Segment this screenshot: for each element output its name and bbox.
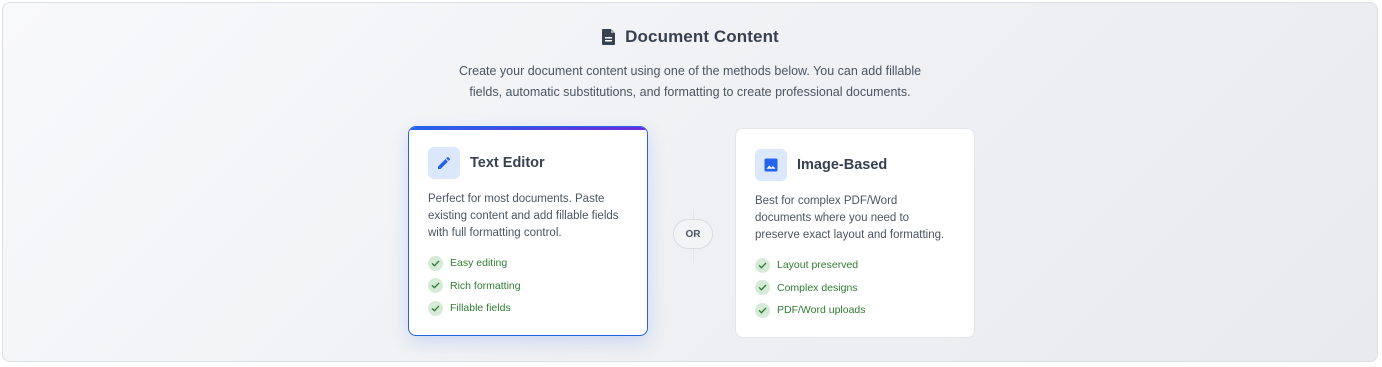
feature-label: Layout preserved [777,259,859,272]
image-based-option-card[interactable]: Image-Based Best for complex PDF/Word do… [735,128,975,338]
card-header: Image-Based [755,149,955,181]
feature-label: Complex designs [777,281,858,294]
card-header: Text Editor [428,147,628,179]
card-description: Best for complex PDF/Word documents wher… [755,195,945,241]
feature-list: Layout preserved Complex designs PDF/Wor… [755,254,955,322]
check-icon [755,280,770,296]
feature-label: PDF/Word uploads [777,304,866,317]
card-title: Image-Based [797,157,888,173]
check-icon [428,255,443,271]
feature-item: Fillable fields [428,297,628,320]
feature-item: Layout preserved [755,254,955,277]
image-icon [755,149,787,181]
feature-item: Rich formatting [428,275,628,298]
or-separator: OR [673,219,713,249]
section-subtitle: Create your document content using one o… [458,64,922,99]
section-header: Document Content [3,27,1377,47]
card-title: Text Editor [470,155,545,171]
feature-item: PDF/Word uploads [755,299,955,322]
feature-label: Easy editing [450,257,508,270]
check-icon [755,257,770,273]
pencil-icon [428,147,460,179]
section-title: Document Content [625,27,779,46]
check-icon [755,302,770,318]
feature-label: Fillable fields [450,302,511,315]
feature-list: Easy editing Rich formatting Fillable fi… [428,252,628,320]
text-editor-option-card[interactable]: Text Editor Perfect for most documents. … [408,126,648,336]
check-icon [428,300,443,316]
feature-item: Easy editing [428,252,628,275]
document-icon [601,28,617,46]
feature-item: Complex designs [755,277,955,300]
card-description: Perfect for most documents. Paste existi… [428,193,619,239]
document-content-panel: Document Content Create your document co… [2,2,1378,362]
feature-label: Rich formatting [450,279,521,292]
check-icon [428,278,443,294]
